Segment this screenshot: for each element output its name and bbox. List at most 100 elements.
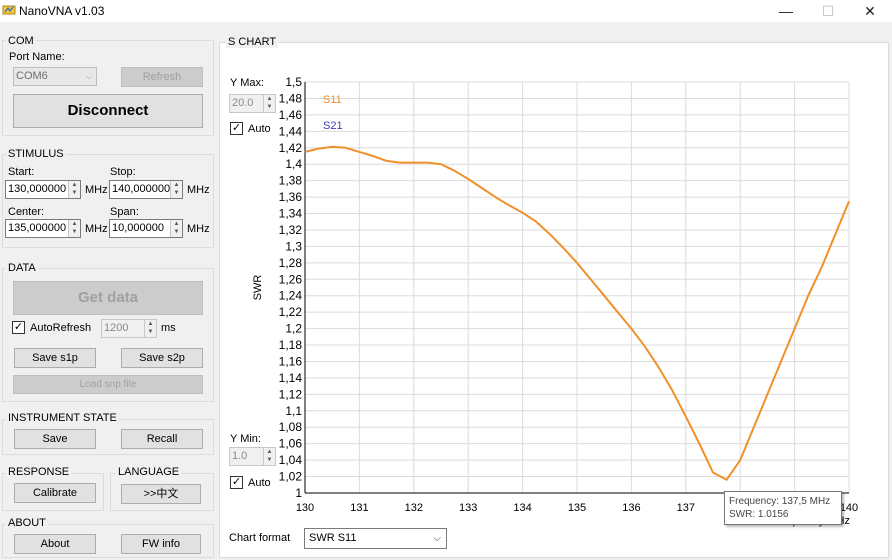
y-tick-label: 1,12 — [279, 387, 303, 401]
chevron-down-icon: ⌵ — [85, 72, 92, 81]
instrument-state-title: INSTRUMENT STATE — [6, 412, 119, 424]
port-select-value: COM6 — [16, 70, 48, 82]
s-chart-title: S CHART — [226, 36, 279, 48]
y-tick-label: 1,38 — [279, 174, 303, 188]
autorefresh-label: AutoRefresh — [30, 322, 92, 334]
disconnect-button[interactable]: Disconnect — [13, 94, 203, 128]
com-group-title: COM — [6, 35, 36, 47]
spin-arrows-icon[interactable]: ▲ ▼ — [144, 320, 156, 337]
y-tick-label: 1,08 — [279, 420, 303, 434]
tooltip-frequency-label: Frequency — [729, 496, 777, 507]
save-state-button[interactable]: Save — [14, 429, 96, 449]
window-title: NanoVNA v1.03 — [19, 4, 105, 18]
y-tick-label: 1,26 — [279, 272, 303, 286]
app-icon — [2, 3, 16, 17]
start-unit: MHz — [85, 184, 108, 196]
recall-state-button[interactable]: Recall — [121, 429, 203, 449]
swr-chart: 1,5 1,48 1,46 1,44 1,42 1,4 1,38 1,36 1,34 1,32 1,… — [252, 75, 858, 527]
x-tick-label: 131 — [350, 502, 368, 514]
x-tick-label: 137 — [677, 502, 695, 514]
title-bar — [0, 0, 892, 22]
spin-arrows-icon[interactable]: ▲ ▼ — [170, 220, 182, 237]
y-tick-label: 1 — [295, 486, 302, 500]
span-label: Span: — [110, 206, 139, 218]
y-tick-label: 1,4 — [285, 157, 302, 171]
y-tick-label: 1,48 — [279, 91, 303, 105]
y-tick-label: 1,44 — [279, 124, 303, 138]
y-tick-label: 1,18 — [279, 338, 303, 352]
tooltip-frequency-value: : 137,5 MHz — [776, 496, 831, 507]
get-data-button[interactable]: Get data — [13, 281, 203, 315]
start-value: 130,000000 — [8, 183, 67, 195]
x-tick-label: 135 — [568, 502, 586, 514]
span-frequency-input[interactable]: 10,000000 ▲ ▼ — [109, 219, 183, 238]
port-name-label: Port Name: — [9, 51, 65, 63]
start-label: Start: — [8, 166, 35, 178]
interval-value: 1200 — [104, 322, 129, 334]
center-unit: MHz — [85, 223, 108, 235]
save-s2p-button[interactable]: Save s2p — [121, 348, 203, 368]
spin-arrows-icon[interactable]: ▲ ▼ — [68, 181, 80, 198]
y-tick-label: 1,28 — [279, 256, 303, 270]
spin-arrows-icon[interactable]: ▲ ▼ — [170, 181, 182, 198]
spin-arrows-icon[interactable]: ▲ ▼ — [68, 220, 80, 237]
x-tick-label: 132 — [405, 502, 423, 514]
x-tick-label: 134 — [513, 502, 531, 514]
chart-format-select[interactable]: SWR S11 ⌵ — [304, 528, 447, 549]
y-tick-label: 1,16 — [279, 354, 303, 368]
y-tick-label: 1,22 — [279, 305, 303, 319]
language-button[interactable]: >>中文 — [121, 484, 201, 504]
port-select[interactable]: COM6 ⌵ — [13, 67, 97, 86]
fw-info-button[interactable]: FW info — [121, 534, 201, 554]
stop-value: 140,000000 — [112, 183, 171, 195]
y-tick-label: 1,36 — [279, 190, 303, 204]
center-label: Center: — [8, 206, 45, 218]
stimulus-group-title: STIMULUS — [6, 148, 66, 160]
start-frequency-input[interactable]: 130,000000 ▲ ▼ — [5, 180, 81, 199]
y-tick-label: 1,02 — [279, 470, 303, 484]
y-tick-label: 1,04 — [279, 453, 303, 467]
refresh-button[interactable]: Refresh — [121, 67, 203, 87]
y-tick-label: 1,1 — [285, 404, 302, 418]
chart-format-value: SWR S11 — [309, 532, 357, 544]
span-unit: MHz — [187, 223, 210, 235]
legend-s11: S11 — [323, 94, 342, 106]
refresh-interval-input[interactable]: 1200 ▲ ▼ — [101, 319, 157, 338]
about-button[interactable]: About — [14, 534, 96, 554]
y-tick-label: 1,14 — [279, 371, 303, 385]
stop-frequency-input[interactable]: 140,000000 ▲ ▼ — [109, 180, 183, 199]
calibrate-button[interactable]: Calibrate — [14, 483, 96, 503]
language-title: LANGUAGE — [116, 466, 182, 478]
y-tick-label: 1,32 — [279, 223, 303, 237]
span-value: 10,000000 — [112, 222, 164, 234]
response-title: RESPONSE — [6, 466, 72, 478]
chevron-down-icon: ⌵ — [433, 533, 441, 544]
center-frequency-input[interactable]: 135,000000 ▲ ▼ — [5, 219, 81, 238]
x-tick-label: 130 — [296, 502, 314, 514]
y-tick-label: 1,42 — [279, 141, 303, 155]
y-axis-label: SWR — [252, 275, 264, 301]
center-value: 135,000000 — [8, 222, 67, 234]
chart-tooltip: Frequency: 137,5 MHz SWR: 1.0156 — [724, 491, 842, 525]
y-tick-label: 1,06 — [279, 437, 303, 451]
y-tick-label: 1,46 — [279, 108, 303, 122]
legend-s21: S21 — [323, 120, 343, 132]
save-s1p-button[interactable]: Save s1p — [14, 348, 96, 368]
stop-label: Stop: — [110, 166, 136, 178]
y-tick-label: 1,24 — [279, 289, 303, 303]
chart-format-label: Chart format — [229, 532, 291, 544]
y-tick-label: 1,3 — [285, 239, 302, 253]
x-tick-label: 136 — [622, 502, 640, 514]
maximize-button[interactable]: ☐ — [808, 0, 848, 22]
x-tick-label: 140 — [840, 502, 858, 514]
load-snp-button[interactable]: Load snp file — [13, 375, 203, 394]
tooltip-swr-label: SWR — [729, 509, 753, 520]
x-tick-label: 133 — [459, 502, 477, 514]
close-button[interactable]: ✕ — [850, 0, 890, 22]
interval-unit: ms — [161, 322, 176, 334]
y-tick-label: 1,34 — [279, 207, 303, 221]
minimize-button[interactable]: — — [766, 0, 806, 22]
autorefresh-checkbox[interactable]: ✓ — [12, 321, 25, 334]
y-tick-label: 1,5 — [285, 75, 302, 89]
y-tick-label: 1,2 — [285, 322, 302, 336]
